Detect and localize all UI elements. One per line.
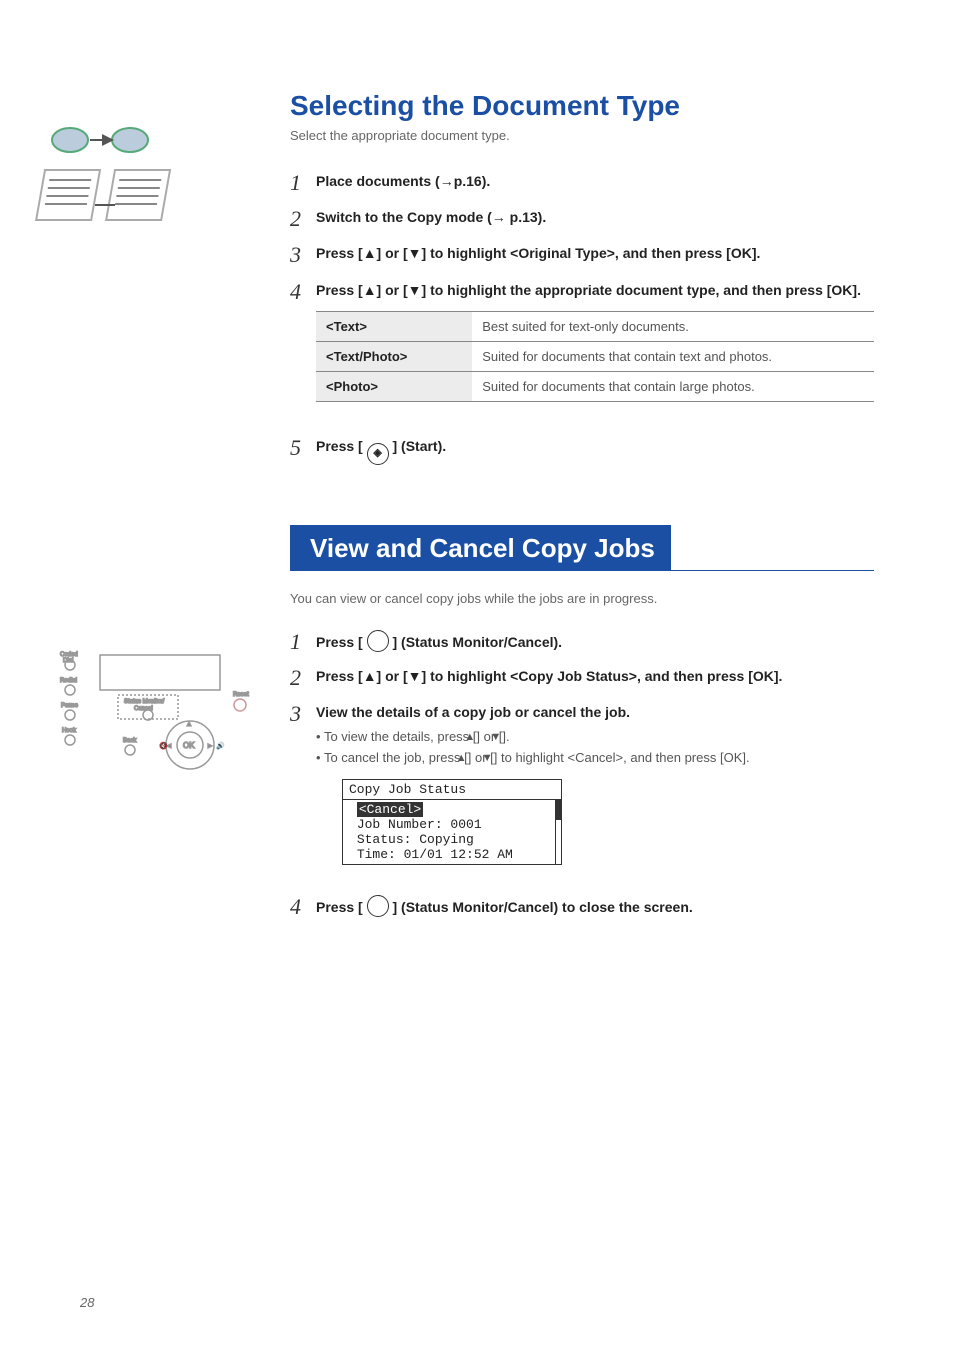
option-desc: Suited for documents that contain large … [472, 371, 874, 401]
svg-text:Dial: Dial [63, 658, 73, 664]
lcd-line: Time: 01/01 12:52 AM [357, 847, 513, 862]
step-text: Press [▲] or [▼] to highlight <Original … [316, 243, 874, 264]
lcd-screenshot: Copy Job Status <Cancel> Job Number: 000… [342, 779, 562, 865]
status-monitor-button-icon [367, 630, 389, 652]
step-number: 3 [290, 702, 316, 726]
step-number: 1 [290, 630, 316, 654]
svg-text:🔊: 🔊 [216, 741, 225, 750]
step-number: 5 [290, 436, 316, 460]
svg-text:Back: Back [123, 738, 137, 744]
step-2: 2 Switch to the Copy mode (→ p.13). [290, 207, 874, 231]
section2-lead: You can view or cancel copy jobs while t… [290, 591, 874, 606]
section-heading: Selecting the Document Type [290, 90, 874, 122]
step-2b: 2 Press [▲] or [▼] to highlight <Copy Jo… [290, 666, 874, 690]
option-key: <Text> [316, 311, 472, 341]
lcd-title: Copy Job Status [343, 780, 561, 800]
bullet: To cancel the job, press [▲] or [▼] to h… [316, 748, 874, 769]
option-key: <Text/Photo> [316, 341, 472, 371]
bullet: To view the details, press [▲] or [▼]. [316, 727, 874, 748]
start-button-icon: ◈ [367, 443, 389, 465]
step-number: 1 [290, 171, 316, 195]
section-intro: Select the appropriate document type. [290, 128, 874, 143]
step-4b: 4 Press [ ] (Status Monitor/Cancel) to c… [290, 895, 874, 919]
svg-text:Redial: Redial [60, 678, 77, 684]
step-number: 4 [290, 280, 316, 304]
option-desc: Best suited for text-only documents. [472, 311, 874, 341]
step-4: 4 Press [▲] or [▼] to highlight the appr… [290, 280, 874, 424]
svg-text:Hook: Hook [62, 728, 77, 734]
control-panel-illustration: CodedDial Redial Pause Hook Status Monit… [30, 650, 250, 790]
table-row: <Photo>Suited for documents that contain… [316, 371, 874, 401]
option-key: <Photo> [316, 371, 472, 401]
option-desc: Suited for documents that contain text a… [472, 341, 874, 371]
svg-text:🔇: 🔇 [159, 741, 168, 750]
sub-bullets: To view the details, press [▲] or [▼]. T… [316, 727, 874, 769]
step-text: Switch to the Copy mode (→ p.13). [316, 207, 874, 228]
svg-text:OK: OK [183, 741, 195, 750]
step-number: 2 [290, 207, 316, 231]
step-text: Press [ ] (Status Monitor/Cancel). [316, 630, 874, 653]
svg-text:Status Monitor/: Status Monitor/ [124, 699, 165, 705]
documents-illustration [30, 110, 190, 270]
lcd-line: Job Number: 0001 [357, 817, 482, 832]
lcd-highlighted-line: <Cancel> [357, 802, 423, 817]
svg-text:▴: ▴ [187, 719, 191, 728]
step-number: 4 [290, 895, 316, 919]
step-text: View the details of a copy job or cancel… [316, 702, 874, 723]
step-1b: 1 Press [ ] (Status Monitor/Cancel). [290, 630, 874, 654]
lcd-scrollbar [555, 800, 561, 864]
section-banner: View and Cancel Copy Jobs [290, 525, 671, 570]
steps-list-2: 1 Press [ ] (Status Monitor/Cancel). 2 P… [290, 630, 874, 919]
svg-text:Reset: Reset [233, 692, 249, 698]
step-3b: 3 View the details of a copy job or canc… [290, 702, 874, 883]
step-1: 1 Place documents (→p.16). [290, 171, 874, 195]
table-row: <Text/Photo>Suited for documents that co… [316, 341, 874, 371]
svg-text:Pause: Pause [61, 703, 79, 709]
table-row: <Text>Best suited for text-only document… [316, 311, 874, 341]
document-type-table: <Text>Best suited for text-only document… [316, 311, 874, 402]
margin-illustrations: CodedDial Redial Pause Hook Status Monit… [30, 110, 280, 790]
step-text: Press [ ] (Status Monitor/Cancel) to clo… [316, 895, 874, 918]
step-text: Press [▲] or [▼] to highlight <Copy Job … [316, 666, 874, 687]
step-text: Press [ ◈ ] (Start). [316, 436, 874, 465]
step-5: 5 Press [ ◈ ] (Start). [290, 436, 874, 465]
lcd-line: Status: Copying [357, 832, 474, 847]
status-monitor-button-icon [367, 895, 389, 917]
svg-text:▸: ▸ [208, 741, 212, 750]
steps-list-1: 1 Place documents (→p.16). 2 Switch to t… [290, 171, 874, 465]
step-number: 2 [290, 666, 316, 690]
page-number: 28 [80, 1295, 94, 1310]
step-3: 3 Press [▲] or [▼] to highlight <Origina… [290, 243, 874, 267]
step-text: Press [▲] or [▼] to highlight the approp… [316, 280, 874, 301]
step-number: 3 [290, 243, 316, 267]
step-text: Place documents (→p.16). [316, 171, 874, 192]
